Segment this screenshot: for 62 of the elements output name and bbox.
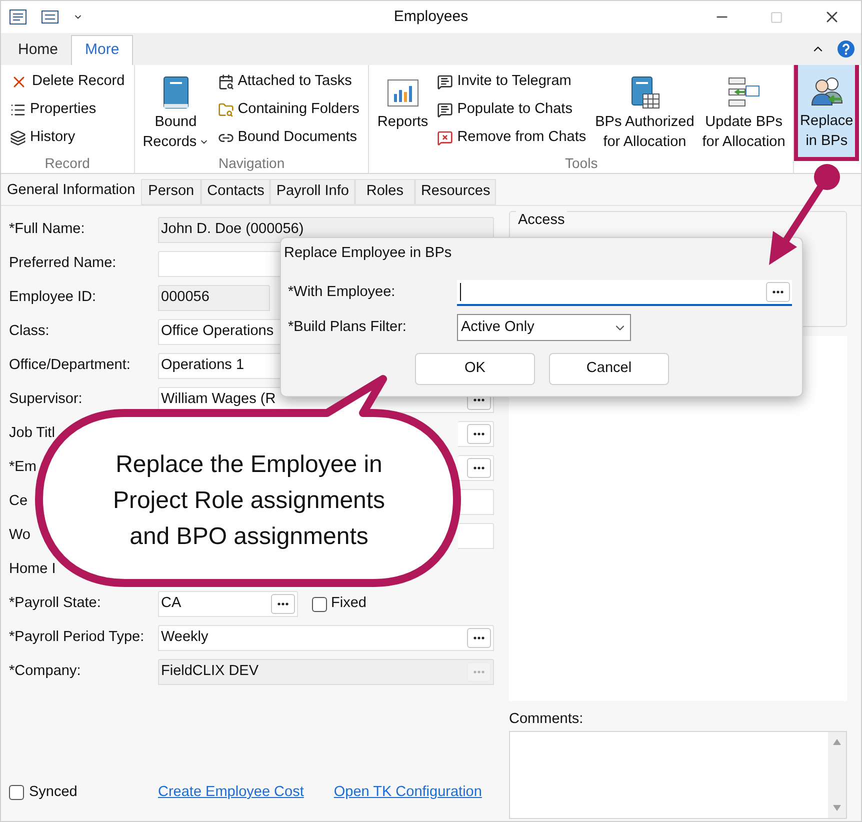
field-label: *Payroll Period Type: [9, 629, 144, 646]
group-label: Navigation [217, 154, 286, 173]
field-label: Class: [9, 323, 50, 340]
dialog-title: Replace Employee in BPs [284, 244, 452, 264]
dialog-button[interactable]: Cancel [549, 353, 669, 385]
comments-label: Comments: [509, 710, 584, 729]
form-tab[interactable]: Contacts [201, 179, 270, 205]
field-value: FieldCLIX DEV [161, 662, 259, 682]
callout-text: Replace the Employee in Project Role assignments and BPO assignments [112, 450, 386, 552]
ribbon-button[interactable]: Populate to Chats [435, 96, 588, 124]
ribbon-button[interactable]: Bound Documents [216, 124, 362, 152]
ribbon-tab[interactable]: More [71, 35, 134, 65]
ribbon-button[interactable]: Bound Records [138, 68, 213, 152]
field-label: *Build Plans Filter: [288, 318, 408, 337]
field-value: Weekly [161, 628, 208, 648]
ribbon-button[interactable]: Attached to Tasks [216, 68, 362, 96]
ribbon-button[interactable]: Properties [8, 96, 127, 124]
field-label: Wo [9, 527, 30, 544]
field-value: CA [161, 594, 182, 614]
link[interactable]: Open TK Configuration [334, 782, 482, 804]
field-label: Office/Department: [9, 357, 130, 374]
lookup-field[interactable]: CA [158, 591, 298, 617]
ribbon-button[interactable]: Invite to Telegram [435, 68, 588, 96]
field-value: Office Operations [161, 322, 274, 342]
dialog-button[interactable]: OK [415, 353, 535, 385]
ribbon-button[interactable]: Containing Folders [216, 96, 362, 124]
ribbon-button[interactable]: BPs Authorized for Allocation [591, 68, 698, 152]
ribbon-button[interactable]: Update BPs for Allocation [698, 68, 790, 152]
field-label: Ce [9, 493, 28, 510]
checkbox-label: Synced [29, 783, 78, 802]
field-label: *Em [9, 459, 36, 476]
checkbox-label: Fixed [331, 594, 366, 614]
field-label: Preferred Name: [9, 255, 116, 272]
field-value: Operations 1 [161, 356, 244, 376]
field-value: 000056 [161, 288, 210, 308]
ribbon-button[interactable]: Remove from Chats [435, 124, 588, 152]
filter-dropdown[interactable]: Active Only [457, 314, 631, 341]
field-label: Employee ID: [9, 289, 96, 306]
field-label: Home I [9, 561, 56, 578]
group-label: Tools [564, 154, 599, 173]
ribbon-tab[interactable]: Home [5, 35, 72, 65]
group-label: Record [44, 154, 91, 173]
field-label: Supervisor: [9, 391, 82, 408]
field-label: *With Employee: [288, 283, 396, 302]
lookup-field[interactable]: Weekly [158, 625, 494, 651]
field-value: William Wages (R [161, 390, 276, 410]
form-tab[interactable]: Roles [354, 179, 415, 205]
field-label: *Payroll State: [9, 595, 101, 612]
field-label: Job Titl [9, 425, 55, 442]
form-tab[interactable]: Payroll Info [270, 179, 355, 205]
window-title: Employees [394, 6, 468, 27]
form-tab[interactable]: Resources [414, 179, 496, 205]
form-tab[interactable]: Person [141, 179, 202, 205]
ribbon-button[interactable]: Delete Record [8, 68, 127, 96]
link[interactable]: Create Employee Cost [158, 782, 304, 804]
lookup-field[interactable]: FieldCLIX DEV [158, 659, 494, 685]
ribbon-button[interactable]: Reports [373, 68, 432, 152]
field-label: *Company: [9, 663, 81, 680]
field-value: John D. Doe (000056) [161, 220, 304, 240]
ribbon-button[interactable]: History [8, 124, 127, 152]
text-field[interactable]: 000056 [158, 285, 270, 311]
field-label: *Full Name: [9, 221, 85, 238]
